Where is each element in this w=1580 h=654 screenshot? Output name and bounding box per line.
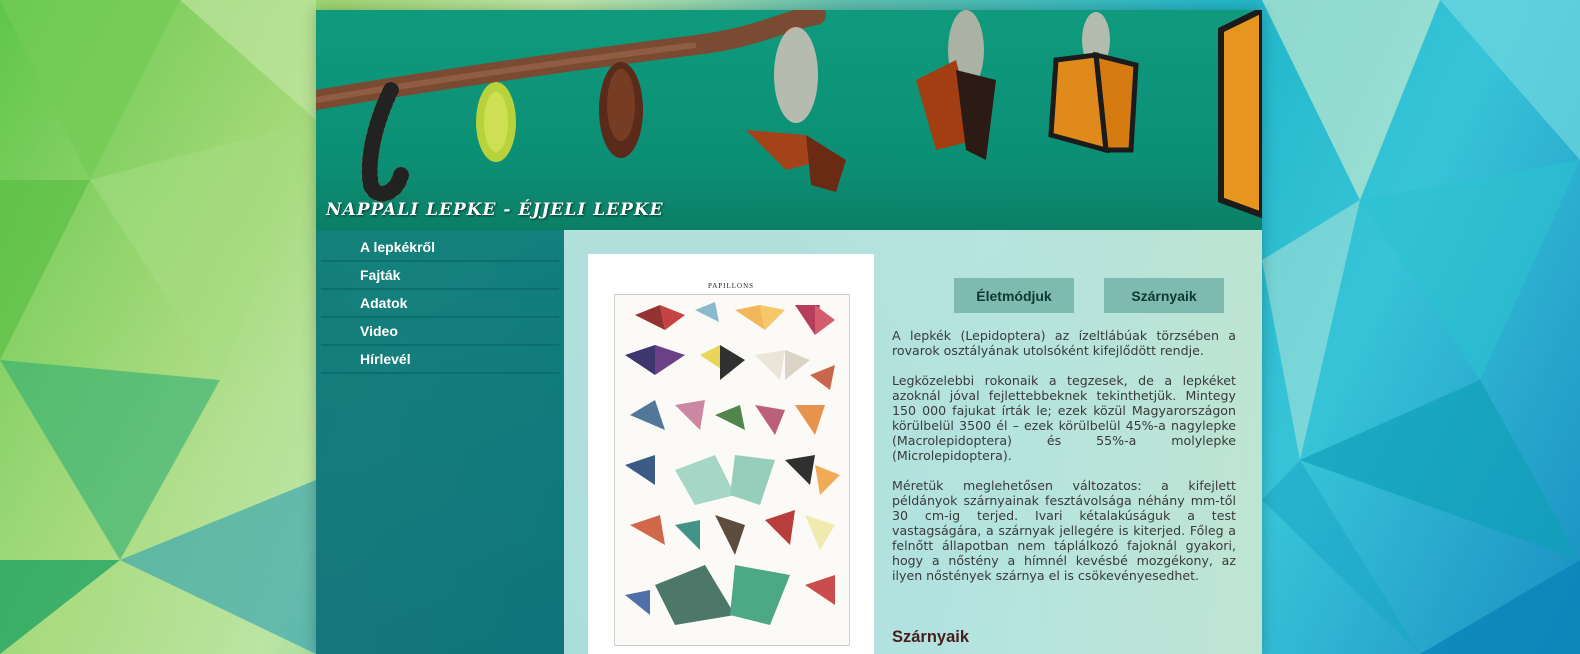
article-paragraph: Legközelebbi rokonaik a tegzesek, de a l… (892, 373, 1236, 463)
nav-item-label[interactable]: Adatok (360, 295, 407, 311)
site-title: NAPPALI LEPKE - ÉJJELI LEPKE (326, 200, 664, 220)
tab-eletmodjuk[interactable]: Életmódjuk (954, 278, 1074, 313)
page-container: NAPPALI LEPKE - ÉJJELI LEPKE A lepkékről… (316, 10, 1262, 654)
nav-item-lepkekrol[interactable]: A lepkékről (321, 234, 559, 262)
nav-item-label[interactable]: Video (360, 323, 398, 339)
nav-item-video[interactable]: Video (321, 318, 559, 346)
tab-szarnyaik[interactable]: Szárnyaik (1104, 278, 1224, 313)
poster-title: PAPILLONS (707, 282, 755, 290)
header-banner: NAPPALI LEPKE - ÉJJELI LEPKE (316, 10, 1262, 230)
sidebar-nav: A lepkékről Fajták Adatok Video Hírlevél (316, 230, 564, 654)
nav-item-label[interactable]: A lepkékről (360, 239, 435, 255)
article-text: A lepkék (Lepidoptera) az ízeltlábúak tö… (892, 328, 1236, 598)
nav-menu: A lepkékről Fajták Adatok Video Hírlevél (316, 230, 564, 374)
nav-item-label[interactable]: Hírlevél (360, 351, 411, 367)
butterfly-poster-image: PAPILLONS (588, 254, 874, 654)
nav-item-hirlevel[interactable]: Hírlevél (321, 346, 559, 374)
poster-illustration (614, 294, 850, 646)
nav-item-fajtak[interactable]: Fajták (321, 262, 559, 290)
main-content: PAPILLONS Életmódjuk Szárnyaik A lepkék … (564, 230, 1262, 654)
article-paragraph: Méretük meglehetősen változatos: a kifej… (892, 478, 1236, 583)
nav-item-adatok[interactable]: Adatok (321, 290, 559, 318)
caterpillar-banner-image (316, 10, 1262, 219)
section-heading: Szárnyaik (892, 628, 970, 646)
article-paragraph: A lepkék (Lepidoptera) az ízeltlábúak tö… (892, 328, 1236, 358)
nav-item-label[interactable]: Fajták (360, 267, 400, 283)
